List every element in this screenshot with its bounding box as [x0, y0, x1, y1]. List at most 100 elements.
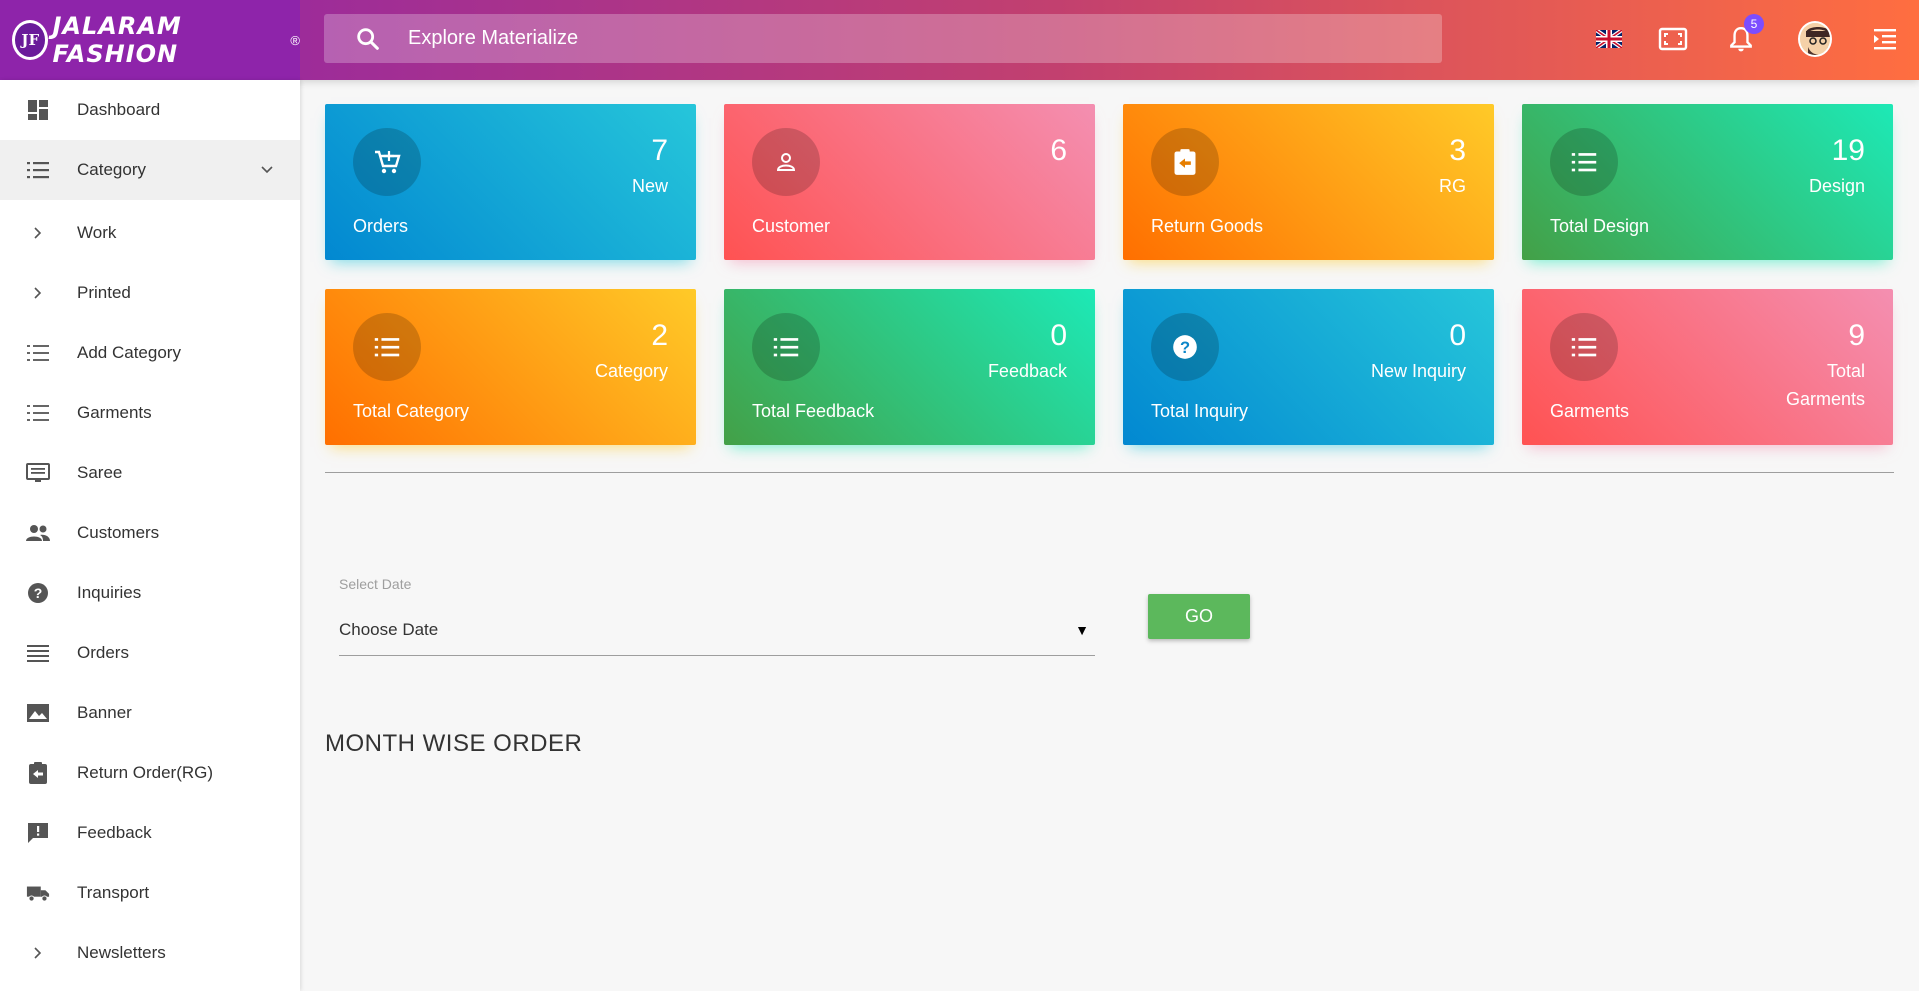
- card-number: 0: [1449, 319, 1466, 352]
- sidebar: Dashboard Category Work Printed Add Cate…: [0, 80, 300, 991]
- card-total-inquiry[interactable]: ? 0 New Inquiry Total Inquiry: [1123, 289, 1494, 445]
- sidebar-item-return-order[interactable]: Return Order(RG): [0, 743, 300, 803]
- help-icon: ?: [1151, 313, 1219, 381]
- sidebar-item-label: Return Order(RG): [77, 763, 214, 782]
- sidebar-item-saree[interactable]: Saree: [0, 443, 300, 503]
- card-number: 2: [651, 319, 668, 352]
- brand-name: JALARAM FASHION: [52, 12, 182, 68]
- list-icon: [26, 341, 50, 365]
- sidebar-item-label: Newsletters: [77, 943, 166, 962]
- brand-logo[interactable]: JF JALARAM FASHION ®: [0, 0, 300, 80]
- sidebar-item-banner[interactable]: Banner: [0, 683, 300, 743]
- card-total-category[interactable]: 2 Category Total Category: [325, 289, 696, 445]
- sidebar-item-label: Printed: [77, 283, 131, 302]
- card-title: Garments: [1550, 401, 1630, 421]
- sidebar-item-label: Saree: [77, 463, 123, 482]
- help-icon: ?: [26, 581, 50, 605]
- month-wise-order-title: MONTH WISE ORDER: [325, 730, 583, 757]
- feedback-icon: [26, 821, 50, 845]
- card-title: Total Inquiry: [1151, 401, 1249, 421]
- card-total-feedback[interactable]: 0 Feedback Total Feedback: [724, 289, 1095, 445]
- list-icon: [752, 313, 820, 381]
- list-icon: [353, 313, 421, 381]
- sidebar-item-newsletters[interactable]: Newsletters: [0, 923, 300, 983]
- sidebar-item-label: Garments: [77, 403, 152, 422]
- registered-mark: ®: [290, 32, 300, 48]
- list-icon: [26, 158, 50, 182]
- card-number: 6: [1050, 134, 1067, 167]
- card-number: 0: [1050, 319, 1067, 352]
- clipboard-return-icon: [26, 761, 50, 785]
- sidebar-item-orders[interactable]: Orders: [0, 623, 300, 683]
- people-icon: [26, 521, 50, 545]
- sidebar-item-label: Work: [77, 223, 117, 242]
- sidebar-item-label: Transport: [77, 883, 150, 902]
- card-unit: Design: [1808, 176, 1865, 196]
- user-avatar[interactable]: [1798, 21, 1832, 57]
- card-number: 19: [1831, 134, 1865, 167]
- clipboard-return-icon: [1151, 128, 1219, 196]
- select-date-label: Select Date: [339, 576, 412, 592]
- go-button[interactable]: GO: [1148, 594, 1250, 639]
- sidebar-item-add-category[interactable]: Add Category: [0, 323, 300, 383]
- card-unit: New Inquiry: [1370, 361, 1466, 381]
- sidebar-item-label: Category: [77, 160, 146, 179]
- card-unit: Feedback: [987, 361, 1067, 381]
- card-unit: New: [631, 176, 668, 196]
- sidebar-item-customers[interactable]: Customers: [0, 503, 300, 563]
- notification-count-badge: 5: [1744, 14, 1764, 34]
- card-unit: Total Garments: [1785, 361, 1865, 409]
- cart-add-icon: [353, 128, 421, 196]
- avatar-icon: [1798, 21, 1832, 57]
- sidebar-item-label: Inquiries: [77, 583, 142, 602]
- card-customer[interactable]: 6 Customer: [724, 104, 1095, 260]
- card-return-goods[interactable]: 3 RG Return Goods: [1123, 104, 1494, 260]
- sidebar-item-printed[interactable]: Printed: [0, 263, 300, 323]
- sidebar-item-category[interactable]: Category: [0, 140, 300, 200]
- card-title: Orders: [353, 216, 409, 236]
- sidebar-item-work[interactable]: Work: [0, 203, 300, 263]
- person-icon: [752, 128, 820, 196]
- chevron-right-icon: [26, 941, 50, 965]
- sidebar-item-transport[interactable]: Transport: [0, 863, 300, 923]
- list-icon: [1550, 128, 1618, 196]
- sidebar-item-label: Feedback: [77, 823, 152, 842]
- sidebar-item-label: Customers: [77, 523, 160, 542]
- search-icon[interactable]: [354, 25, 382, 53]
- dropdown-caret-icon: ▼: [1075, 621, 1089, 638]
- card-title: Total Category: [353, 401, 470, 421]
- chevron-down-icon: [260, 162, 274, 180]
- card-number: 3: [1449, 134, 1466, 167]
- svg-text:?: ?: [34, 585, 43, 601]
- search-bar: [324, 14, 1442, 63]
- sidebar-item-dashboard[interactable]: Dashboard: [0, 80, 300, 140]
- menu-indent-icon[interactable]: [1868, 22, 1902, 56]
- truck-icon: [26, 881, 50, 905]
- search-input[interactable]: [408, 27, 1308, 50]
- chevron-right-icon: [26, 221, 50, 245]
- card-title: Return Goods: [1151, 216, 1264, 236]
- sidebar-item-label: Orders: [77, 643, 129, 662]
- card-title: Total Design: [1550, 216, 1650, 236]
- chevron-right-icon: [26, 281, 50, 305]
- sidebar-item-garments[interactable]: Garments: [0, 383, 300, 443]
- card-unit: Category: [594, 361, 668, 381]
- card-title: Total Feedback: [752, 401, 875, 421]
- sidebar-item-inquiries[interactable]: ? Inquiries: [0, 563, 300, 623]
- list-icon: [1550, 313, 1618, 381]
- card-total-design[interactable]: 19 Design Total Design: [1522, 104, 1893, 260]
- date-select[interactable]: Choose Date ▼: [339, 604, 1095, 656]
- card-garments[interactable]: 9 Total Garments Garments: [1522, 289, 1893, 445]
- card-number: 9: [1848, 319, 1865, 352]
- monitor-icon: [26, 461, 50, 485]
- fullscreen-icon[interactable]: [1656, 22, 1690, 56]
- logo-badge: JF: [12, 20, 49, 60]
- card-orders[interactable]: 7 New Orders: [325, 104, 696, 260]
- list-icon: [26, 401, 50, 425]
- card-number: 7: [651, 134, 668, 167]
- sidebar-item-feedback[interactable]: Feedback: [0, 803, 300, 863]
- uk-flag-icon[interactable]: [1592, 22, 1626, 56]
- card-title: Customer: [752, 216, 831, 236]
- notifications-icon[interactable]: 5: [1724, 14, 1764, 56]
- date-select-value: Choose Date: [339, 619, 439, 639]
